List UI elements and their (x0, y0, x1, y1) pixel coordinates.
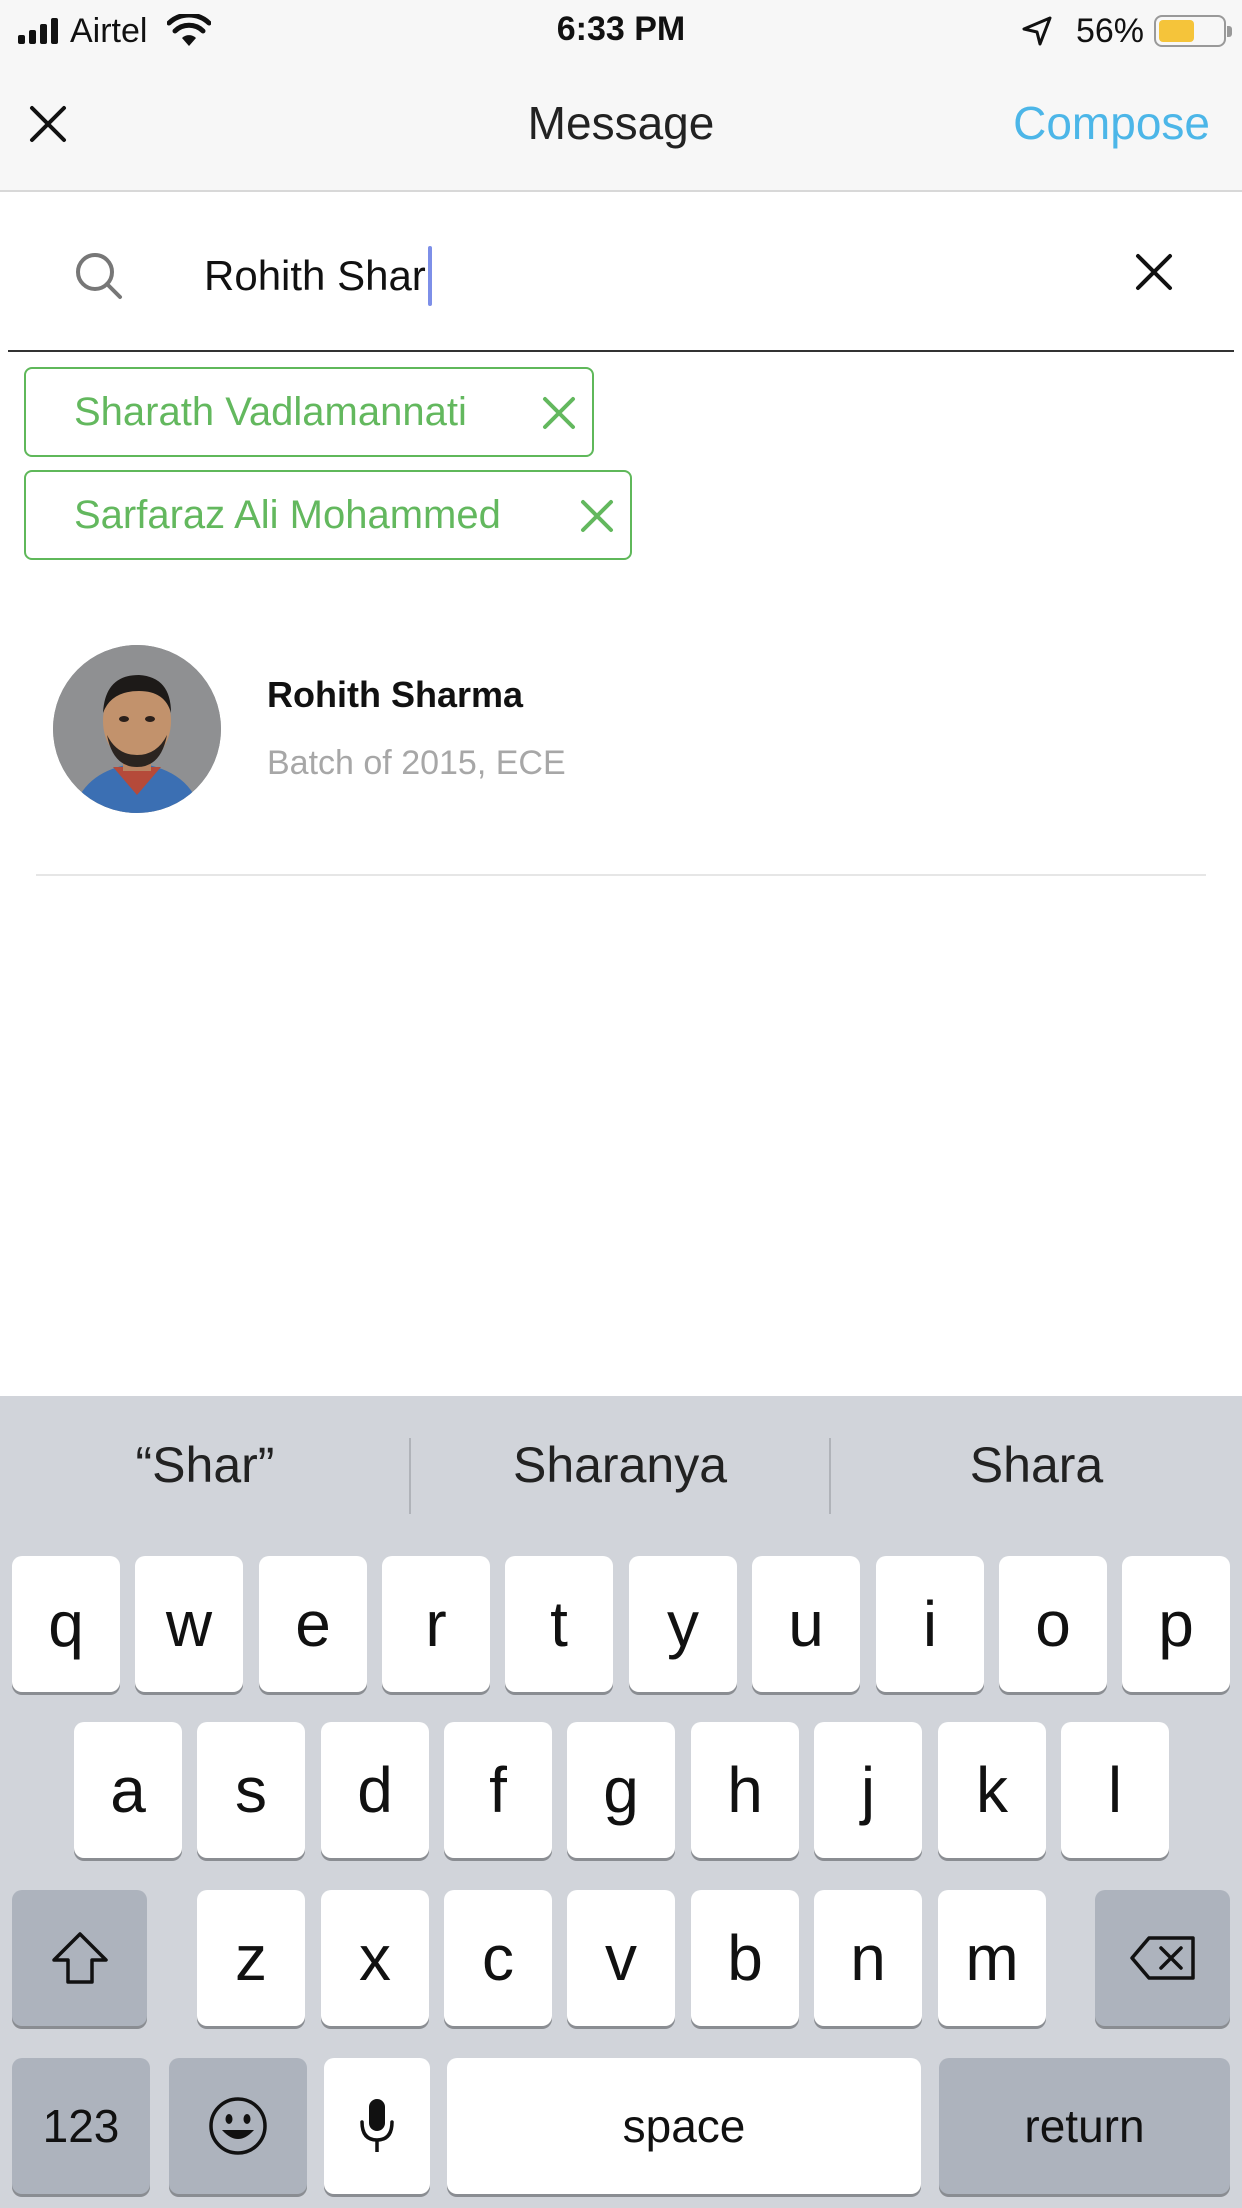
key-u[interactable]: u (752, 1556, 860, 1692)
key-k[interactable]: k (938, 1722, 1046, 1858)
result-name: Rohith Sharma (267, 674, 524, 715)
key-h[interactable]: h (691, 1722, 799, 1858)
key-p[interactable]: p (1122, 1556, 1230, 1692)
emoji-key[interactable] (169, 2058, 307, 2194)
key-o[interactable]: o (999, 1556, 1107, 1692)
key-f[interactable]: f (444, 1722, 552, 1858)
search-input[interactable]: Rohith Shar (204, 244, 432, 308)
text-cursor (427, 246, 432, 306)
recipient-chip-label: Sharath Vadlamannati (74, 389, 467, 434)
key-q[interactable]: q (12, 1556, 120, 1692)
result-subtitle: Batch of 2015, ECE (267, 744, 566, 782)
keyboard-suggestions: “Shar” Sharanya Shara (0, 1396, 1242, 1556)
key-j[interactable]: j (814, 1722, 922, 1858)
shift-key[interactable] (12, 1890, 147, 2026)
key-y[interactable]: y (629, 1556, 737, 1692)
space-key[interactable]: space (447, 2058, 921, 2194)
key-b[interactable]: b (691, 1890, 799, 2026)
shift-icon (51, 1932, 108, 1984)
key-d[interactable]: d (321, 1722, 429, 1858)
key-r[interactable]: r (382, 1556, 490, 1692)
key-c[interactable]: c (444, 1890, 552, 2026)
clear-icon (1136, 254, 1172, 290)
suggestion-item[interactable]: Sharanya (411, 1436, 829, 1506)
key-s[interactable]: s (197, 1722, 305, 1858)
key-e[interactable]: e (259, 1556, 367, 1692)
key-m[interactable]: m (938, 1890, 1046, 2026)
emoji-icon (209, 2097, 267, 2155)
compose-button[interactable]: Compose (1013, 96, 1210, 150)
dictation-key[interactable] (324, 2058, 430, 2194)
backspace-key[interactable] (1095, 1890, 1230, 2026)
backspace-icon (1129, 1936, 1195, 1980)
clear-search-button[interactable] (1132, 250, 1176, 294)
battery-percentage: 56% (1075, 11, 1144, 50)
keyboard: “Shar” Sharanya Shara q w e r t y u i o … (0, 1396, 1242, 2208)
microphone-icon (360, 2099, 394, 2152)
key-a[interactable]: a (74, 1722, 182, 1858)
key-t[interactable]: t (505, 1556, 613, 1692)
key-l[interactable]: l (1061, 1722, 1169, 1858)
key-v[interactable]: v (567, 1890, 675, 2026)
navigation-bar: Message Compose (0, 62, 1242, 192)
status-bar: Airtel 6:33 PM 56% (0, 0, 1242, 62)
remove-recipient-icon[interactable] (540, 394, 578, 432)
key-w[interactable]: w (135, 1556, 243, 1692)
search-result-row[interactable]: Rohith Sharma Batch of 2015, ECE (36, 620, 1206, 876)
battery-icon (1154, 15, 1232, 47)
status-right: 56% (1020, 10, 1232, 52)
recipient-chip-label: Sarfaraz Ali Mohammed (74, 492, 501, 537)
recipient-chip[interactable]: Sarfaraz Ali Mohammed (24, 470, 632, 560)
key-i[interactable]: i (876, 1556, 984, 1692)
suggestion-item[interactable]: Shara (831, 1436, 1242, 1506)
search-icon (76, 253, 122, 299)
key-n[interactable]: n (814, 1890, 922, 2026)
recipient-chip[interactable]: Sharath Vadlamannati (24, 367, 594, 457)
key-g[interactable]: g (567, 1722, 675, 1858)
location-arrow-icon (1022, 16, 1052, 46)
remove-recipient-icon[interactable] (578, 497, 616, 535)
avatar (53, 645, 221, 813)
key-z[interactable]: z (197, 1890, 305, 2026)
key-x[interactable]: x (321, 1890, 429, 2026)
search-input-value: Rohith Shar (204, 252, 426, 299)
numbers-key[interactable]: 123 (12, 2058, 150, 2194)
suggestion-item[interactable]: “Shar” (0, 1436, 410, 1506)
return-key[interactable]: return (939, 2058, 1230, 2194)
recipient-search-bar: Rohith Shar (8, 192, 1234, 352)
